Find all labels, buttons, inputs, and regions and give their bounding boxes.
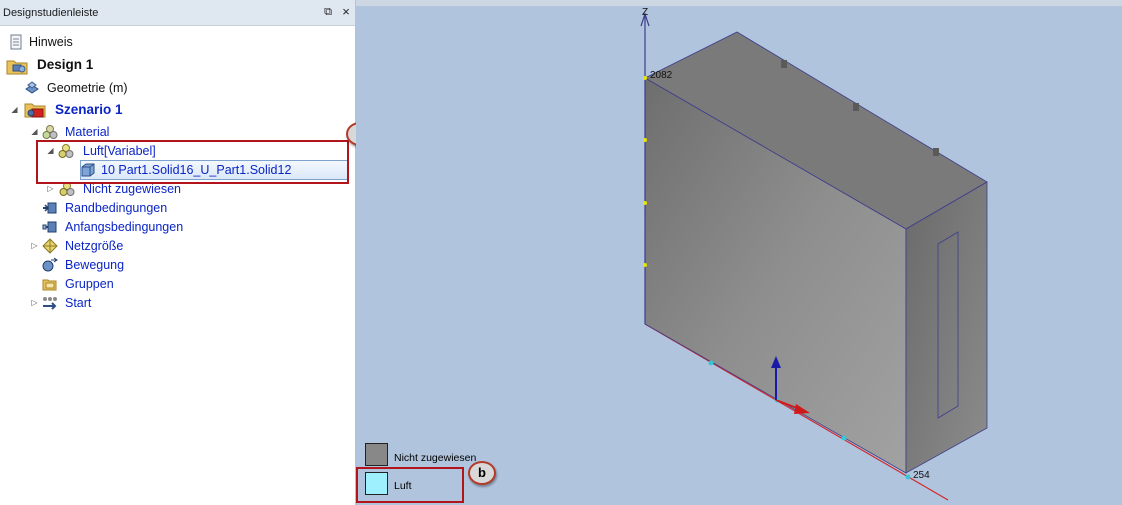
tree-label-start: Start [65, 296, 92, 310]
top-bump [853, 103, 859, 111]
axis-marker [643, 263, 647, 267]
dimension-top-label: 2082 [650, 70, 673, 81]
boundary-conditions-icon [43, 202, 57, 214]
annotation-box-a [36, 140, 349, 184]
motion-icon [42, 257, 58, 272]
tree-label-hinweis: Hinweis [29, 35, 73, 49]
3d-viewport[interactable]: Z 2082 254 Nicht zugewiesen Luft b [356, 0, 1122, 505]
geometry-icon [25, 81, 39, 94]
tree-label-geometrie: Geometrie (m) [47, 81, 128, 95]
edge-marker [708, 360, 714, 366]
tree-label-szenario: Szenario 1 [55, 102, 123, 117]
legend-swatch-nicht-zugewiesen [365, 443, 388, 466]
tree-label-randbedingungen: Randbedingungen [65, 201, 168, 215]
tree-label-netzgroesse: Netzgröße [65, 239, 124, 253]
model-view[interactable]: Z 2082 254 [356, 0, 1122, 505]
groups-icon [42, 279, 57, 291]
scenario-icon [24, 103, 46, 118]
box-side-face [905, 181, 988, 474]
initial-conditions-icon [42, 221, 57, 233]
run-icon [43, 297, 57, 310]
top-bump [781, 60, 787, 68]
expand-arrow-icon[interactable]: ▷ [30, 298, 39, 307]
annotation-box-b [356, 467, 464, 503]
float-window-button[interactable]: ⧉ [321, 5, 335, 19]
design-icon [6, 60, 28, 75]
panel-title: Designstudienleiste ⧉ × [0, 0, 355, 26]
material-icon [42, 125, 58, 139]
legend-label-nicht-zugewiesen: Nicht zugewiesen [394, 452, 477, 464]
tree-label-anfangsbedingungen: Anfangsbedingungen [65, 220, 184, 234]
axis-marker [643, 201, 647, 205]
edge-marker [905, 474, 911, 480]
axis-marker [643, 76, 647, 80]
tree-label-design: Design 1 [37, 57, 94, 72]
note-icon [10, 34, 22, 50]
top-bump [933, 148, 939, 156]
tree-label-material: Material [65, 125, 110, 139]
mesh-icon [42, 238, 58, 254]
design-study-bar: Designstudienleiste ⧉ × Hinweis Design 1… [0, 0, 374, 505]
collapse-arrow-icon[interactable]: ◢ [30, 127, 39, 136]
collapse-arrow-icon[interactable]: ◢ [10, 105, 19, 114]
dimension-bottom-label: 254 [913, 470, 930, 481]
expand-arrow-icon[interactable]: ▷ [30, 241, 39, 250]
axis-z-label: Z [642, 7, 648, 18]
panel-title-text: Designstudienleiste [3, 7, 99, 19]
tree-label-bewegung: Bewegung [65, 258, 125, 272]
tree-label-gruppen: Gruppen [65, 277, 114, 291]
callout-b: b [468, 461, 496, 485]
expand-arrow-icon[interactable]: ▷ [46, 184, 55, 193]
axis-marker [643, 138, 647, 142]
close-panel-button[interactable]: × [339, 5, 353, 19]
edge-marker [841, 435, 847, 441]
